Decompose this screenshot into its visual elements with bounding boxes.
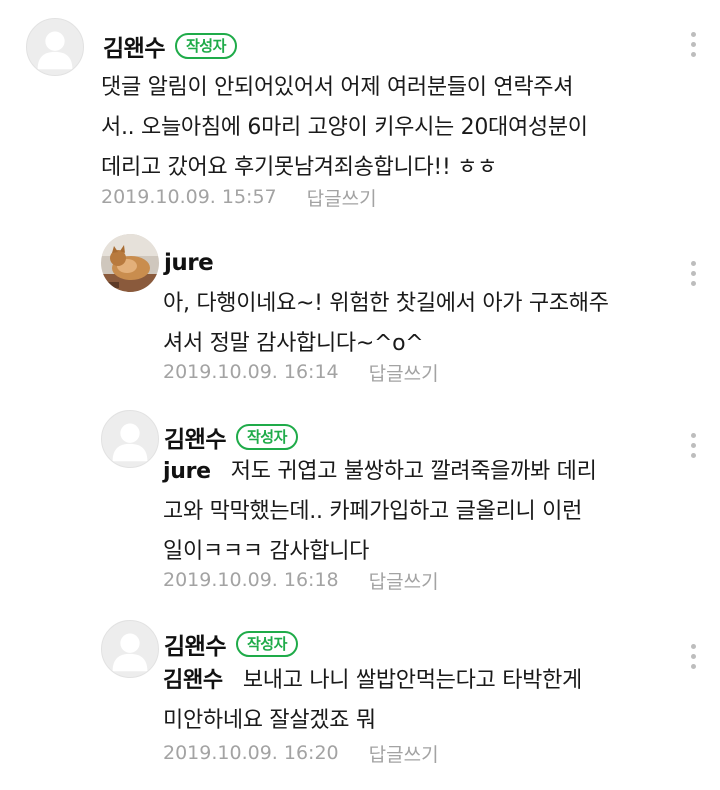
comment-item: 김왠수 작성자 김왠수 보내고 나니 쌀밥안먹는다고 타박한게 미안하네요 잘살겠…: [0, 615, 720, 790]
comment-item: 김왠수 작성자 jure 저도 귀엽고 불쌍하고 깔려죽을까봐 데리 고와 막막했…: [0, 400, 720, 615]
comment-author[interactable]: 김왠수: [164, 627, 226, 661]
reply-button[interactable]: 답글쓰기: [369, 740, 439, 767]
comment-line: 서.. 오늘아침에 6마리 고양이 키우시는 20대여성분이: [101, 115, 588, 140]
comment-line-text: 저도 귀엽고 불쌍하고 깔려죽을까봐 데리: [230, 459, 597, 484]
avatar-default-icon[interactable]: [101, 620, 159, 678]
comment-line: 고와 막막했는데.. 카페가입하고 글올리니 이런: [163, 499, 583, 524]
comment-timestamp: 2019.10.09. 16:18: [163, 569, 339, 591]
more-options-icon[interactable]: [683, 427, 703, 463]
avatar-default-icon[interactable]: [101, 410, 159, 468]
more-options-icon[interactable]: [683, 255, 703, 291]
more-options-icon[interactable]: [683, 26, 703, 62]
author-badge: 작성자: [235, 424, 298, 450]
comment-timestamp: 2019.10.09. 16:20: [163, 742, 339, 764]
comment-item: 김왠수 작성자 댓글 알림이 안되어있어서 어제 여러분들이 연락주셔 서.. …: [0, 0, 720, 220]
reply-button[interactable]: 답글쓰기: [307, 184, 377, 211]
reply-button[interactable]: 답글쓰기: [369, 567, 439, 594]
comment-timestamp: 2019.10.09. 16:14: [163, 361, 339, 383]
comment-body: 아, 다행이네요~! 위험한 찻길에서 아가 구조해주 셔서 정말 감사합니다~…: [163, 284, 693, 364]
avatar-default-icon[interactable]: [26, 18, 84, 76]
comment-body: 김왠수 보내고 나니 쌀밥안먹는다고 타박한게 미안하네요 잘살겠죠 뭐: [163, 661, 693, 741]
comment-line: 댓글 알림이 안되어있어서 어제 여러분들이 연락주셔: [101, 75, 574, 100]
comment-author[interactable]: 김왠수: [103, 29, 165, 63]
reply-button[interactable]: 답글쓰기: [369, 359, 439, 386]
comment-line-text: 보내고 나니 쌀밥안먹는다고 타박한게: [242, 668, 582, 693]
more-options-icon[interactable]: [683, 638, 703, 674]
comment-line: 김왠수 보내고 나니 쌀밥안먹는다고 타박한게: [163, 661, 693, 701]
comment-author[interactable]: jure: [164, 250, 214, 276]
comment-line: 미안하네요 잘살겠죠 뭐: [163, 708, 376, 733]
mention-tag[interactable]: jure: [163, 459, 211, 484]
mention-tag[interactable]: 김왠수: [163, 668, 223, 693]
comment-author[interactable]: 김왠수: [164, 420, 226, 454]
comment-body: 댓글 알림이 안되어있어서 어제 여러분들이 연락주셔 서.. 오늘아침에 6마…: [101, 68, 691, 188]
cat-photo-avatar[interactable]: [101, 234, 159, 292]
comment-line: jure 저도 귀엽고 불쌍하고 깔려죽을까봐 데리: [163, 452, 693, 492]
author-badge: 작성자: [174, 33, 237, 59]
comment-timestamp: 2019.10.09. 15:57: [101, 186, 277, 208]
comment-body: jure 저도 귀엽고 불쌍하고 깔려죽을까봐 데리 고와 막막했는데.. 카페가…: [163, 452, 693, 572]
comment-line: 아, 다행이네요~! 위험한 찻길에서 아가 구조해주: [163, 291, 609, 316]
author-badge: 작성자: [235, 631, 298, 657]
comment-item: jure 아, 다행이네요~! 위험한 찻길에서 아가 구조해주 셔서 정말 감…: [0, 220, 720, 400]
